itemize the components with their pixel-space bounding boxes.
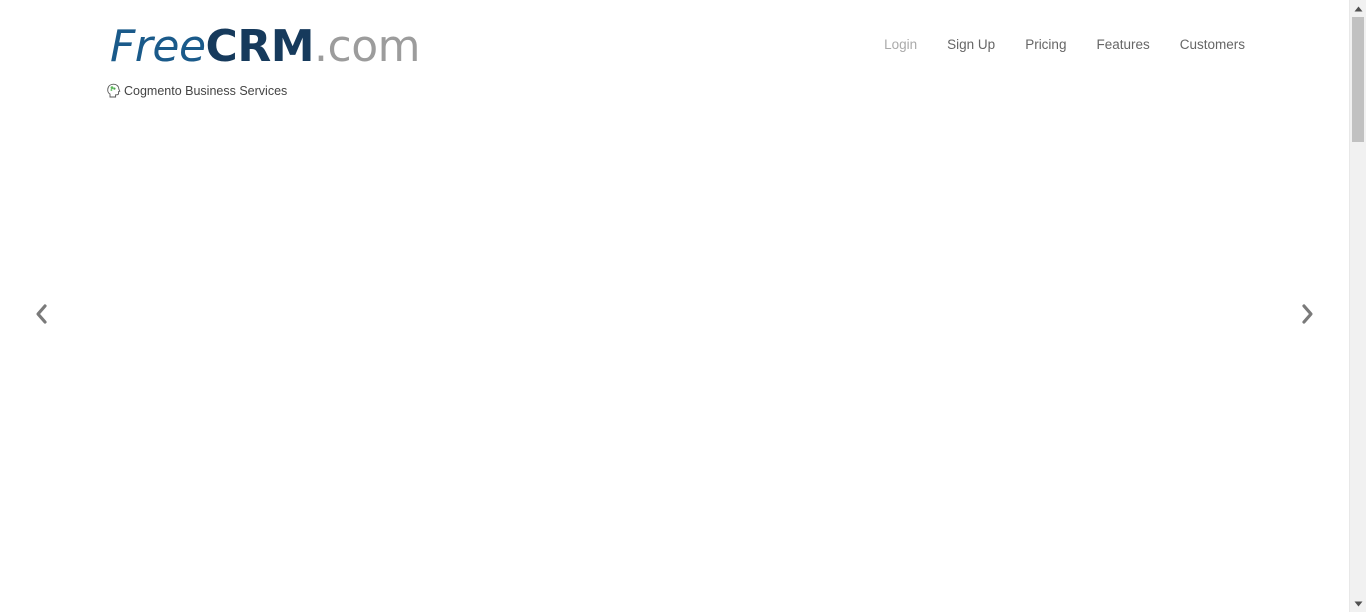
caret-up-icon	[1354, 6, 1363, 11]
carousel-next-button[interactable]	[1296, 303, 1320, 329]
top-nav: Login Sign Up Pricing Features Customers	[884, 37, 1245, 52]
logo-dotcom: .com	[314, 21, 420, 72]
scroll-down-button[interactable]	[1350, 595, 1366, 612]
vertical-scrollbar[interactable]	[1349, 0, 1366, 612]
logo-crm: CRM	[205, 21, 315, 72]
scroll-up-button[interactable]	[1350, 0, 1366, 17]
tagline-text: Cogmento Business Services	[124, 83, 288, 98]
freecrm-logo[interactable]: FreeCRM.com	[110, 22, 420, 72]
tagline: Cogmento Business Services	[106, 83, 287, 98]
nav-customers[interactable]: Customers	[1180, 37, 1245, 52]
head-icon	[106, 83, 121, 98]
chevron-left-icon	[34, 303, 48, 330]
scrollbar-thumb[interactable]	[1352, 17, 1364, 142]
caret-down-icon	[1354, 601, 1363, 606]
logo-free: Free	[110, 21, 206, 72]
nav-login[interactable]: Login	[884, 37, 917, 52]
nav-pricing[interactable]: Pricing	[1025, 37, 1066, 52]
page: FreeCRM.com Cogmento Business Services L…	[0, 0, 1366, 612]
nav-features[interactable]: Features	[1096, 37, 1149, 52]
carousel-prev-button[interactable]	[29, 303, 53, 329]
chevron-right-icon	[1301, 303, 1315, 330]
nav-sign-up[interactable]: Sign Up	[947, 37, 995, 52]
